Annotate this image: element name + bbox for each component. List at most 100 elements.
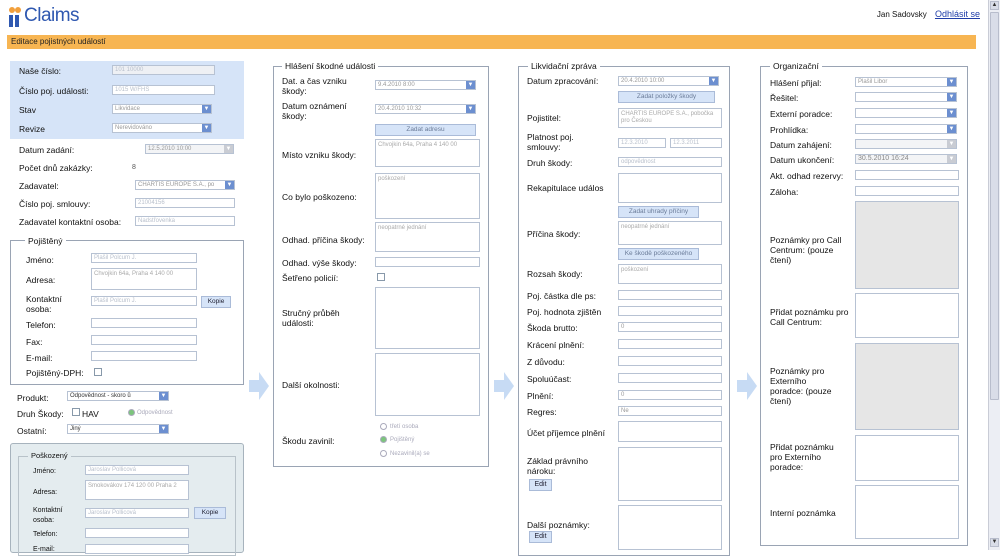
odhad-pricina-field[interactable]: neopatrné jednání bbox=[375, 222, 480, 252]
pridat-cc-field[interactable] bbox=[855, 293, 959, 338]
rozsah-field[interactable]: poškození bbox=[618, 264, 722, 284]
zavinil-radio-pojisteny[interactable] bbox=[380, 436, 387, 443]
odhad-vyse-label: Odhad. výše škody: bbox=[282, 258, 357, 268]
scroll-down-icon[interactable]: ▼ bbox=[990, 538, 999, 547]
cislo-pu-field[interactable]: 1015 W/FHS bbox=[112, 85, 215, 95]
plneni-field[interactable]: 0 bbox=[618, 390, 722, 400]
poskozeny-kontakt-field[interactable]: Jaroslav Pollicová bbox=[85, 508, 189, 518]
nase-cislo-field[interactable]: 101 10000 bbox=[112, 65, 215, 75]
chevron-down-icon: ▼ bbox=[159, 425, 168, 433]
zadat-polozky-button[interactable]: Zadat položky škody bbox=[618, 91, 715, 103]
calendar-icon[interactable]: ▼ bbox=[466, 81, 475, 89]
zadat-adresu-button[interactable]: Zadat adresu bbox=[375, 124, 476, 136]
calendar-icon[interactable]: ▼ bbox=[709, 77, 718, 85]
strucny-field[interactable] bbox=[375, 287, 480, 349]
calendar-icon[interactable]: ▼ bbox=[947, 140, 956, 148]
cislo-smlouvy-field[interactable]: 21004156 bbox=[135, 198, 235, 208]
calendar-icon[interactable]: ▼ bbox=[947, 155, 956, 163]
castka-ps-field[interactable] bbox=[618, 290, 722, 300]
zavinil-radio-nezavinil[interactable] bbox=[380, 450, 387, 457]
zadavatel-select[interactable]: CHARTIS EUROPE S.A., po ▼ bbox=[135, 180, 235, 190]
poskozeny-email-label: E-mail: bbox=[33, 546, 55, 553]
ke-skode-button[interactable]: Ke škodě poškozeného bbox=[618, 248, 699, 260]
pridat-cc-label: Přidat poznámku pro Call Centrum: bbox=[770, 307, 849, 327]
logo-text: Claims bbox=[24, 5, 80, 26]
pojisteny-kontakt-field[interactable]: Plašil Polcum J. bbox=[91, 296, 197, 306]
zavinil-radio-treti[interactable] bbox=[380, 423, 387, 430]
revize-select[interactable]: Nerevidováno ▼ bbox=[112, 123, 212, 133]
poskozeny-telefon-field[interactable] bbox=[85, 528, 189, 538]
ukonceni-field[interactable]: 30.5.2010 16:24 ▼ bbox=[855, 154, 957, 164]
zavinil-label: Škodu zavinil: bbox=[282, 436, 335, 446]
hav-checkbox[interactable] bbox=[72, 408, 80, 416]
datum-zprac-field[interactable]: 20.4.2010 10:00 ▼ bbox=[618, 76, 719, 86]
setreno-checkbox[interactable] bbox=[377, 273, 385, 281]
zaloha-field[interactable] bbox=[855, 186, 959, 196]
zadat-uhrady-button[interactable]: Zadat uhrady příčiny bbox=[618, 206, 699, 218]
regres-field[interactable]: Ne bbox=[618, 406, 722, 416]
poskozeny-kopie-button[interactable]: Kopie bbox=[194, 507, 226, 519]
platnost-to-field[interactable]: 12.3.2011 bbox=[670, 138, 722, 148]
zavinil-pojisteny-label: Pojištěný bbox=[390, 437, 415, 443]
interni-field[interactable] bbox=[855, 485, 959, 539]
pojisteny-telefon-field[interactable] bbox=[91, 318, 197, 328]
zaklad-field[interactable] bbox=[618, 447, 722, 501]
dalsi-pozn-field[interactable] bbox=[618, 505, 722, 550]
co-bylo-field[interactable]: poškození bbox=[375, 173, 480, 219]
resitel-select[interactable]: ▼ bbox=[855, 92, 957, 102]
scroll-thumb[interactable] bbox=[990, 12, 999, 400]
poskozeny-email-field[interactable] bbox=[85, 544, 189, 554]
calendar-icon[interactable]: ▼ bbox=[224, 145, 233, 153]
poskozeny-adresa-field[interactable]: Smokovákov 174 120 00 Praha 2 bbox=[85, 480, 189, 500]
zahajeni-field[interactable]: ▼ bbox=[855, 139, 957, 149]
arrow-right-icon bbox=[737, 372, 757, 400]
prohlidka-select[interactable]: ▼ bbox=[855, 124, 957, 134]
arrow-right-icon bbox=[249, 372, 269, 400]
poskozeny-telefon-label: Telefon: bbox=[33, 531, 58, 538]
pojisteny-dph-checkbox[interactable] bbox=[94, 368, 102, 376]
brutto-field[interactable]: 0 bbox=[618, 322, 722, 332]
kopie-button[interactable]: Kopie bbox=[201, 296, 231, 308]
ext-poradce-select[interactable]: ▼ bbox=[855, 108, 957, 118]
zaklad-edit-button[interactable]: Edit bbox=[529, 479, 552, 491]
pojisteny-jmeno-field[interactable]: Plašil Polcum J. bbox=[91, 253, 197, 263]
logout-link[interactable]: Odhlásit se bbox=[935, 9, 980, 19]
pojisteny-email-field[interactable] bbox=[91, 351, 197, 361]
produkt-select[interactable]: Odpovědnost - skoro ů ▼ bbox=[67, 391, 169, 401]
pojistitel-field[interactable]: CHARTIS EUROPE S.A., pobočka pro Českou bbox=[618, 108, 722, 128]
druh-field[interactable]: odpovědnost bbox=[618, 157, 722, 167]
dalsi-okolnosti-field[interactable] bbox=[375, 353, 480, 416]
ucet-field[interactable] bbox=[618, 421, 722, 442]
z-duvodu-field[interactable] bbox=[618, 356, 722, 366]
dalsi-pozn-edit-button[interactable]: Edit bbox=[529, 531, 552, 543]
prijal-select[interactable]: Plašil Libor ▼ bbox=[855, 77, 957, 87]
platnost-from-field[interactable]: 12.3.2010 bbox=[618, 138, 666, 148]
ostatni-select[interactable]: Jiný ▼ bbox=[67, 424, 169, 434]
vertical-scrollbar[interactable]: ▲ ▼ bbox=[988, 0, 1000, 550]
scroll-up-icon[interactable]: ▲ bbox=[990, 1, 999, 10]
datum-vzniku-field[interactable]: 9.4.2010 8:00 ▼ bbox=[375, 80, 476, 90]
kontaktni-osoba-field[interactable]: Nadstřovenka bbox=[135, 216, 235, 226]
misto-field[interactable]: Chvojkin 64a, Praha 4 140 00 bbox=[375, 139, 480, 167]
pojisteny-adresa-field[interactable]: Chvojkin 64a, Praha 4 140 00 bbox=[91, 268, 197, 290]
rekapitulace-field[interactable] bbox=[618, 173, 722, 203]
rezerva-field[interactable] bbox=[855, 170, 959, 180]
pridat-ext-label: Přidat poznámku pro Externího poradce: bbox=[770, 442, 834, 472]
zaklad-label: Základ právního nároku: bbox=[527, 456, 588, 476]
odpovednost-radio[interactable] bbox=[128, 409, 135, 416]
stav-select[interactable]: Likvidace ▼ bbox=[112, 104, 212, 114]
pricina-field[interactable]: neopatrné jednání bbox=[618, 221, 722, 245]
poskozeny-jmeno-field[interactable]: Jaroslav Pollicová bbox=[85, 465, 189, 475]
odhad-vyse-field[interactable] bbox=[375, 257, 480, 267]
spoluucast-field[interactable] bbox=[618, 373, 722, 383]
druh-label: Druh škody: bbox=[527, 158, 573, 168]
calendar-icon[interactable]: ▼ bbox=[466, 105, 475, 113]
kraceni-field[interactable] bbox=[618, 339, 722, 349]
chevron-down-icon: ▼ bbox=[202, 124, 211, 132]
page-title: Editace pojistných událostí bbox=[7, 35, 976, 49]
datum-oznameni-field[interactable]: 20.4.2010 10:32 ▼ bbox=[375, 104, 476, 114]
pojisteny-fax-field[interactable] bbox=[91, 335, 197, 345]
datum-zadani-field[interactable]: 12.5.2010 10:00 ▼ bbox=[145, 144, 234, 154]
hodnota-field[interactable] bbox=[618, 306, 722, 316]
pridat-ext-field[interactable] bbox=[855, 435, 959, 481]
